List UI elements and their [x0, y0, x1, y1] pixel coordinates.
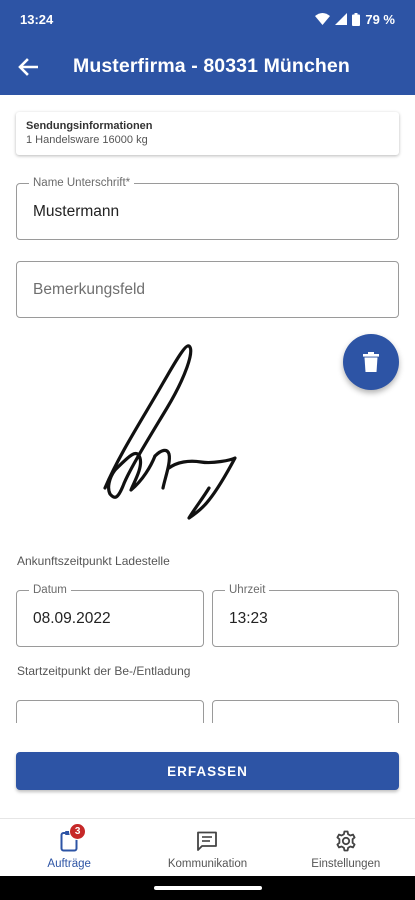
remarks-field[interactable]: Bemerkungsfeld: [16, 261, 399, 318]
start-time-field[interactable]: [212, 700, 399, 723]
signature-name-field[interactable]: Name Unterschrift* Mustermann: [16, 176, 399, 240]
start-date-field[interactable]: [16, 700, 204, 723]
arrival-date-value: 08.09.2022: [33, 609, 111, 627]
submit-button[interactable]: ERFASSEN: [16, 752, 399, 790]
form-content[interactable]: Sendungsinformationen 1 Handelsware 1600…: [0, 95, 415, 723]
gear-icon: [336, 830, 356, 852]
shipment-info-card: Sendungsinformationen 1 Handelsware 1600…: [16, 112, 399, 155]
start-section-label: Startzeitpunkt der Be-/Entladung: [17, 664, 191, 678]
nav-label-auftraege: Aufträge: [47, 858, 91, 870]
back-button[interactable]: [0, 38, 56, 95]
arrival-time-label: Uhrzeit: [225, 583, 270, 597]
nav-item-einstellungen[interactable]: Einstellungen: [277, 819, 415, 876]
nav-item-kommunikation[interactable]: Kommunikation: [138, 819, 276, 876]
app-bar: Musterfirma - 80331 München: [0, 38, 415, 95]
bottom-navigation: 3 Aufträge Kommunikation Einstellungen: [0, 818, 415, 876]
signature-name-value: Mustermann: [33, 202, 120, 220]
shipment-details: 1 Handelsware 16000 kg: [26, 134, 148, 146]
delete-signature-button[interactable]: [343, 334, 399, 390]
wifi-icon: [315, 13, 331, 25]
arrival-date-label: Datum: [29, 583, 71, 597]
trash-icon: [363, 352, 379, 372]
shipment-title: Sendungsinformationen: [26, 120, 153, 132]
nav-label-kommunikation: Kommunikation: [167, 858, 248, 870]
arrow-left-icon: [18, 57, 38, 76]
nav-label-einstellungen: Einstellungen: [311, 858, 381, 870]
battery-percent: 79 %: [365, 11, 395, 27]
arrival-time-field[interactable]: Uhrzeit 13:23: [212, 583, 399, 647]
remarks-placeholder: Bemerkungsfeld: [33, 280, 146, 298]
status-time: 13:24: [20, 11, 54, 27]
gesture-navigation-area: [0, 876, 415, 900]
nav-item-auftraege[interactable]: 3 Aufträge: [0, 819, 138, 876]
chat-icon: [197, 831, 218, 851]
cellular-signal-icon: [335, 13, 348, 25]
arrival-date-field[interactable]: Datum 08.09.2022: [16, 583, 204, 647]
status-icons: 79 %: [315, 12, 395, 27]
battery-icon: [352, 12, 361, 26]
signature-name-label: Name Unterschrift*: [29, 176, 135, 190]
status-bar: 13:24 79 %: [0, 0, 415, 38]
arrival-section-label: Ankunftszeitpunkt Ladestelle: [17, 554, 170, 568]
signature-drawing: [103, 344, 237, 520]
arrival-time-value: 13:23: [229, 609, 268, 627]
app-screen: 13:24 79 % Musterfirma - 80331 München S…: [0, 0, 415, 900]
home-gesture-bar[interactable]: [154, 886, 262, 890]
page-title: Musterfirma - 80331 München: [73, 55, 350, 77]
notification-badge: 3: [69, 823, 87, 840]
